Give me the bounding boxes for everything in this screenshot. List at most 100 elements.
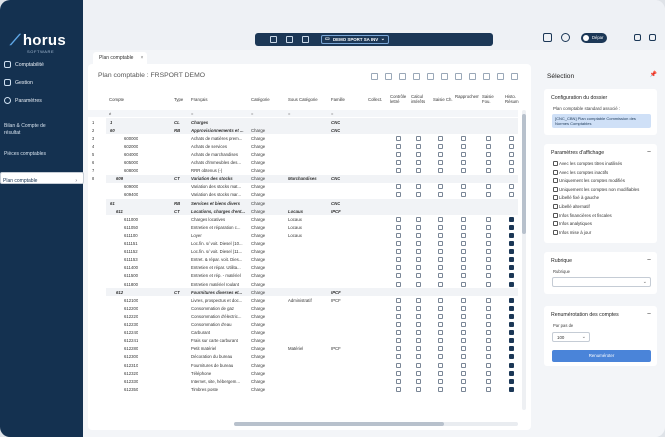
row-checkbox[interactable] [461, 249, 466, 255]
row-checkbox[interactable] [509, 265, 514, 271]
table-row[interactable]: 612280 Petit matériel Charge Matériel IPCF [106, 345, 518, 353]
row-checkbox[interactable] [461, 370, 466, 376]
row-checkbox[interactable] [438, 370, 443, 376]
option-checkbox[interactable] [553, 212, 558, 218]
mail-icon[interactable] [543, 33, 552, 42]
row-checkbox[interactable] [438, 232, 443, 238]
row-checkbox[interactable] [509, 378, 514, 384]
row-checkbox[interactable] [416, 135, 421, 141]
row-checkbox[interactable] [438, 135, 443, 141]
display-option[interactable]: Uniquement les comptes non modifiables [553, 186, 639, 192]
sidebar-item-parametres[interactable]: Paramètres [0, 96, 83, 106]
row-checkbox[interactable] [486, 338, 491, 344]
row-checkbox[interactable] [461, 330, 466, 336]
row-checkbox[interactable] [509, 216, 514, 222]
row-checkbox[interactable] [509, 338, 514, 344]
row-checkbox[interactable] [396, 224, 401, 230]
row-checkbox[interactable] [438, 216, 443, 222]
row-checkbox[interactable] [461, 160, 466, 165]
row-checkbox[interactable] [438, 338, 443, 344]
table-row[interactable]: 605000 Achats d'immeubles des... Charge [106, 159, 518, 167]
document-icon[interactable] [286, 36, 293, 43]
row-checkbox[interactable] [416, 168, 421, 174]
row-checkbox[interactable] [486, 378, 491, 384]
row-checkbox[interactable] [416, 143, 421, 149]
level-button[interactable]: 3 [92, 134, 106, 142]
row-checkbox[interactable] [461, 151, 466, 157]
tab-plan-comptable[interactable]: Plan comptable × [93, 52, 148, 64]
row-checkbox[interactable] [396, 313, 401, 319]
row-checkbox[interactable] [396, 135, 401, 141]
row-checkbox[interactable] [486, 362, 491, 368]
table-row[interactable]: 611000 Charges locatives Charge Locaux [106, 215, 518, 223]
row-checkbox[interactable] [486, 330, 491, 336]
row-checkbox[interactable] [461, 378, 466, 384]
display-option[interactable]: Infos financières et fiscales [553, 212, 612, 218]
row-checkbox[interactable] [486, 192, 491, 198]
row-checkbox[interactable] [438, 151, 443, 157]
row-checkbox[interactable] [461, 273, 466, 279]
row-checkbox[interactable] [396, 241, 401, 246]
table-row[interactable]: 1 CL Charges CNC [106, 118, 518, 127]
grid-icon[interactable] [385, 73, 392, 80]
user-icon[interactable] [561, 33, 570, 42]
copy-icon[interactable] [302, 36, 309, 43]
row-checkbox[interactable] [396, 338, 401, 344]
row-checkbox[interactable] [438, 386, 443, 392]
level-button[interactable]: 1 [92, 118, 106, 126]
row-checkbox[interactable] [416, 249, 421, 255]
row-checkbox[interactable] [416, 362, 421, 368]
print-icon[interactable] [511, 73, 518, 80]
row-checkbox[interactable] [509, 370, 514, 376]
clock-icon[interactable] [469, 73, 476, 80]
table-row[interactable]: 611050 Entretien et réparation c... Charge… [106, 223, 518, 231]
collapse-icon[interactable]: − [647, 311, 651, 318]
collapse-icon[interactable]: − [647, 149, 651, 156]
row-checkbox[interactable] [509, 151, 514, 157]
option-checkbox[interactable] [553, 169, 558, 175]
row-checkbox[interactable] [486, 297, 491, 303]
row-checkbox[interactable] [461, 265, 466, 271]
level-button[interactable]: 8 [92, 175, 106, 183]
row-checkbox[interactable] [461, 257, 466, 263]
row-checkbox[interactable] [416, 192, 421, 198]
table-row[interactable]: 611153 Entret. & répar. voit. Dies... Char… [106, 256, 518, 264]
row-checkbox[interactable] [438, 241, 443, 246]
plan-chip[interactable]: [CNC_CBN] Plan comptable Commission des … [552, 114, 651, 128]
row-checkbox[interactable] [416, 354, 421, 360]
table-row[interactable]: 612100 Livres, prospectus et doc... Charge… [106, 296, 518, 304]
table-row[interactable]: 612200 Consommation de gaz Charge [106, 304, 518, 312]
row-checkbox[interactable] [438, 168, 443, 174]
table-row[interactable]: 612320 Téléphone Charge [106, 369, 518, 377]
row-checkbox[interactable] [416, 257, 421, 263]
sidebar-link-bilan[interactable]: Bilan & Compte de résultat [4, 123, 46, 136]
settings-icon[interactable] [649, 34, 656, 41]
row-checkbox[interactable] [509, 257, 514, 263]
row-checkbox[interactable] [461, 313, 466, 319]
table-row[interactable]: 600000 Achats de matières prem... Charge [106, 134, 518, 142]
row-checkbox[interactable] [461, 135, 466, 141]
row-checkbox[interactable] [486, 370, 491, 376]
filter-famille[interactable]: = [331, 111, 333, 117]
row-checkbox[interactable] [416, 224, 421, 230]
row-checkbox[interactable] [486, 281, 491, 287]
row-checkbox[interactable] [416, 346, 421, 352]
search-icon[interactable] [483, 73, 490, 80]
row-checkbox[interactable] [461, 305, 466, 311]
row-checkbox[interactable] [509, 168, 514, 174]
row-checkbox[interactable] [438, 143, 443, 149]
table-row[interactable]: 611 CT Locations, charges d'ent... Charge Lo… [106, 207, 518, 216]
row-checkbox[interactable] [396, 354, 401, 360]
row-checkbox[interactable] [438, 192, 443, 198]
row-checkbox[interactable] [438, 354, 443, 360]
row-checkbox[interactable] [461, 281, 466, 287]
close-icon[interactable]: × [141, 55, 144, 61]
row-checkbox[interactable] [396, 265, 401, 271]
table-row[interactable]: 612350 Timbres poste Charge [106, 385, 518, 393]
row-checkbox[interactable] [509, 135, 514, 141]
row-checkbox[interactable] [416, 216, 421, 222]
level-button[interactable]: 5 [92, 150, 106, 158]
row-checkbox[interactable] [461, 354, 466, 360]
table-row[interactable]: 611100 Loyer Charge Locaux [106, 231, 518, 239]
delete-icon[interactable] [413, 73, 420, 80]
